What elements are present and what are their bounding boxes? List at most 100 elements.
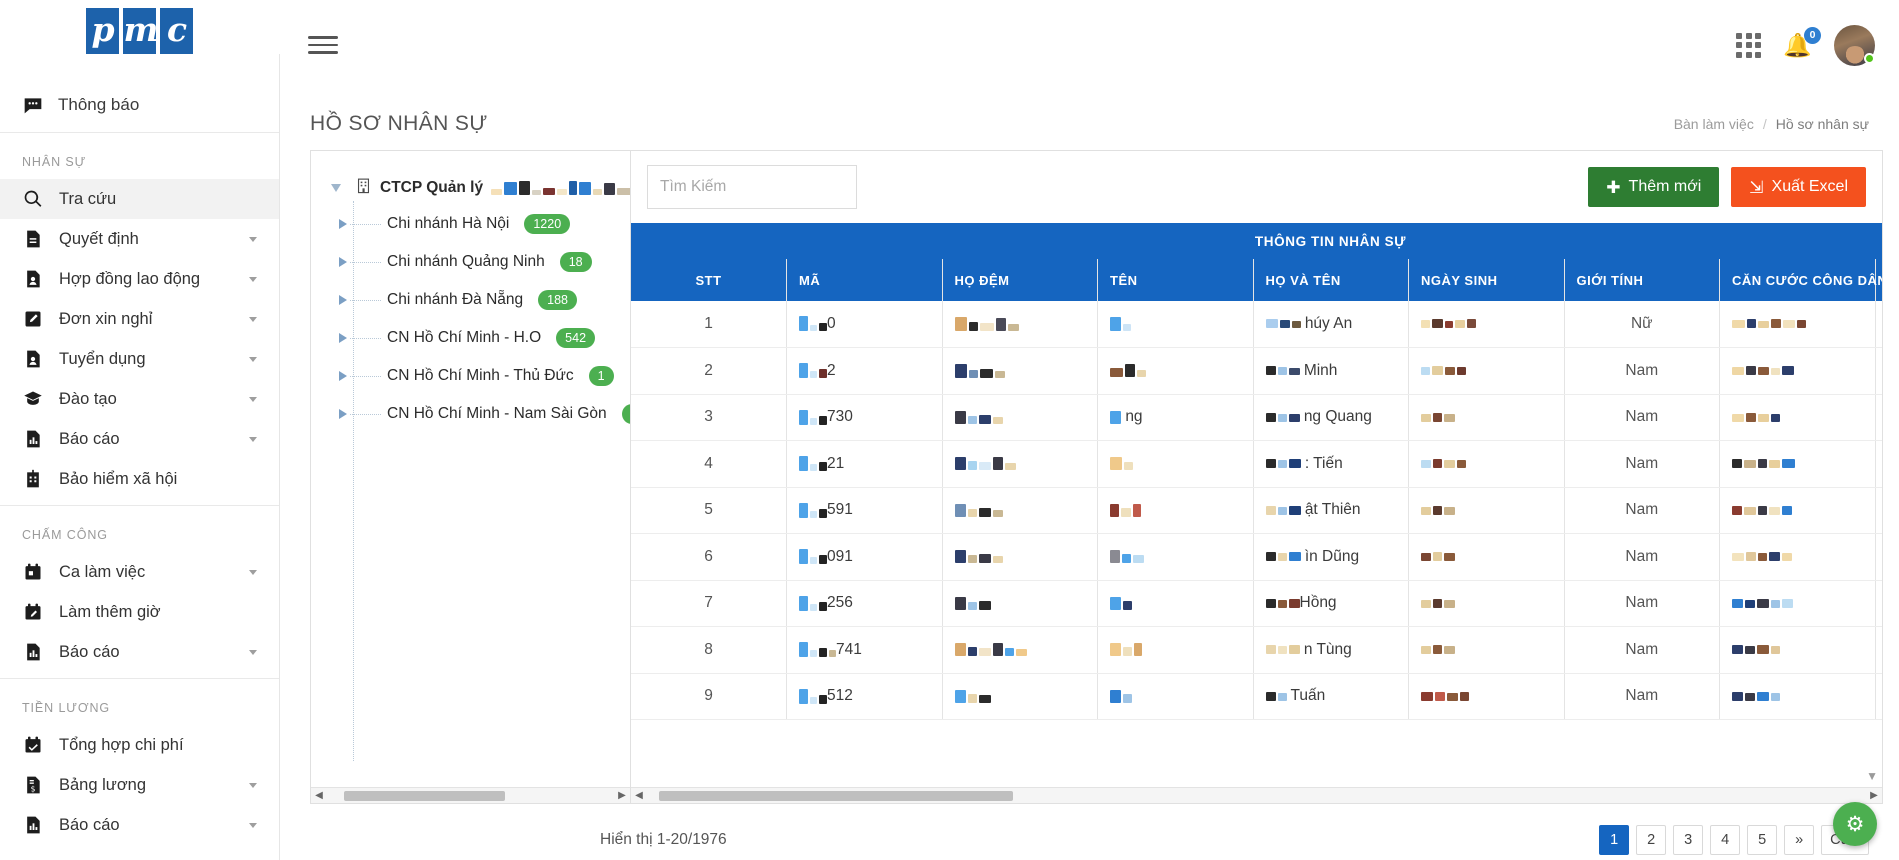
- sidebar-item-bao-cao-tienluong[interactable]: Báo cáo: [0, 805, 279, 845]
- breadcrumb-item-workspace[interactable]: Bàn làm việc: [1674, 116, 1754, 132]
- table-row[interactable]: 6 091 ìn Dũng Nam 22: [631, 534, 1882, 581]
- column-header-ngay-sinh[interactable]: NGÀY SINH: [1409, 259, 1565, 301]
- cell-ngay-sinh: [1409, 394, 1565, 441]
- tree-horizontal-scrollbar[interactable]: ◀ ▶: [311, 787, 630, 803]
- scroll-right-arrow[interactable]: ▶: [1866, 790, 1882, 801]
- column-header-stt[interactable]: STT: [631, 259, 787, 301]
- sidebar-item-hop-dong-lao-dong[interactable]: Hợp đồng lao động: [0, 259, 279, 299]
- column-header-ma[interactable]: MÃ: [787, 259, 943, 301]
- table-row[interactable]: 4 21 : Tiến Nam 21: [631, 441, 1882, 488]
- tree-node-hcm-ho[interactable]: CN Hồ Chí Minh - H.O 542: [311, 319, 630, 357]
- sidebar-item-bao-cao-nhansu[interactable]: Báo cáo: [0, 419, 279, 459]
- add-new-button[interactable]: ✚ Thêm mới: [1588, 167, 1719, 207]
- tree-expand-toggle[interactable]: [339, 333, 347, 343]
- column-header-ho-va-ten[interactable]: HỌ VÀ TÊN: [1253, 259, 1409, 301]
- search-input[interactable]: [660, 178, 860, 196]
- page-button-2[interactable]: 2: [1636, 825, 1666, 855]
- cell-ma: 591: [787, 487, 943, 534]
- sidebar-item-ca-lam-viec[interactable]: Ca làm việc: [0, 552, 279, 592]
- table-row[interactable]: 3 730 ng ng Quang Nam 21: [631, 394, 1882, 441]
- table-horizontal-scrollbar[interactable]: ◀ ▶: [631, 787, 1882, 803]
- tree-node-quang-ninh[interactable]: Chi nhánh Quảng Ninh 18: [311, 243, 630, 281]
- logo-letter-c: c: [160, 8, 193, 56]
- sidebar-item-tuyen-dung[interactable]: Tuyển dụng: [0, 339, 279, 379]
- page-button-3[interactable]: 3: [1673, 825, 1703, 855]
- sidebar-item-tong-hop-chi-phi[interactable]: Tổng hợp chi phí: [0, 725, 279, 765]
- cell-cccd: [1720, 580, 1876, 627]
- page-button-5[interactable]: 5: [1747, 825, 1777, 855]
- graduation-cap-icon: [22, 388, 44, 410]
- cell-ho-va-ten: húy An: [1253, 301, 1409, 348]
- scroll-thumb[interactable]: [344, 791, 505, 801]
- column-header-ten[interactable]: TÊN: [1098, 259, 1254, 301]
- sidebar-item-dao-tao[interactable]: Đào tạo: [0, 379, 279, 419]
- sidebar-item-tra-cuu[interactable]: Tra cứu: [0, 179, 279, 219]
- sidebar-label: Hợp đồng lao động: [59, 270, 234, 289]
- sidebar-item-bao-cao-chamcong[interactable]: Báo cáo: [0, 632, 279, 672]
- tree-node-count-badge: 1: [589, 366, 614, 386]
- notifications-button[interactable]: 🔔 0: [1783, 34, 1812, 57]
- tree-expand-toggle[interactable]: [339, 371, 347, 381]
- cell-ma: 741: [787, 627, 943, 674]
- report-chart-icon: [22, 428, 44, 450]
- tree-expand-toggle[interactable]: [339, 257, 347, 267]
- search-box[interactable]: [647, 165, 857, 209]
- pagination: 1 2 3 4 5 » Cuối: [1599, 825, 1869, 855]
- scroll-thumb[interactable]: [659, 791, 1013, 801]
- scroll-track[interactable]: [327, 790, 614, 802]
- settings-fab-button[interactable]: ⚙: [1833, 802, 1877, 846]
- tree-node-ha-noi[interactable]: Chi nhánh Hà Nội 1220: [311, 205, 630, 243]
- tree-expand-toggle[interactable]: [339, 295, 347, 305]
- table-scroll-area[interactable]: THÔNG TIN NHÂN SỰ STT MÃ HỌ ĐỆM TÊN HỌ V…: [631, 223, 1882, 787]
- tree-expand-toggle-root[interactable]: [325, 184, 347, 192]
- cell-stt: 3: [631, 394, 787, 441]
- scroll-track[interactable]: [647, 790, 1866, 802]
- cell-ngay-sinh: [1409, 673, 1565, 720]
- table-scroll-down-arrow[interactable]: ▼: [1866, 769, 1878, 783]
- tree-expand-toggle[interactable]: [339, 409, 347, 419]
- hamburger-menu-icon[interactable]: [308, 31, 338, 59]
- sidebar-item-quyet-dinh[interactable]: Quyết định: [0, 219, 279, 259]
- tree-node-hcm-nam-sai-gon[interactable]: CN Hồ Chí Minh - Nam Sài Gòn 6: [311, 395, 630, 433]
- sidebar-scroll-area[interactable]: Thông báo NHÂN SỰ Tra cứu Quyết định: [0, 90, 279, 860]
- logo-letter-p: p: [86, 8, 119, 56]
- sidebar-label: Ca làm việc: [59, 563, 234, 582]
- table-row[interactable]: 2 2 Minh Nam 19: [631, 348, 1882, 395]
- column-header-gioi-tinh[interactable]: GIỚI TÍNH: [1564, 259, 1720, 301]
- scroll-left-arrow[interactable]: ◀: [631, 790, 647, 801]
- table-row[interactable]: 7 256 Hồng Nam 18: [631, 580, 1882, 627]
- chevron-down-icon: [249, 823, 257, 828]
- tree-node-hcm-thu-duc[interactable]: CN Hồ Chí Minh - Thủ Đức 1: [311, 357, 630, 395]
- sidebar-item-bang-luong[interactable]: $ Bảng lương: [0, 765, 279, 805]
- sidebar-item-notifications[interactable]: Thông báo: [0, 90, 279, 126]
- user-avatar[interactable]: [1834, 25, 1875, 66]
- tree-node-root[interactable]: CTCP Quản lý: [311, 177, 630, 199]
- cell-ten: [1098, 301, 1254, 348]
- table-row[interactable]: 1 0 húy An Nữ 12: [631, 301, 1882, 348]
- cell-cccd: [1720, 394, 1876, 441]
- table-row[interactable]: 9 512 Tuấn Nam 25: [631, 673, 1882, 720]
- cell-ho-dem: [942, 348, 1098, 395]
- hospital-icon: [22, 468, 44, 490]
- tree-node-da-nang[interactable]: Chi nhánh Đà Nẵng 188: [311, 281, 630, 319]
- next-page-button[interactable]: »: [1784, 825, 1814, 855]
- table-row[interactable]: 5 591 ật Thiên Nam 13: [631, 487, 1882, 534]
- scroll-left-arrow[interactable]: ◀: [311, 790, 327, 801]
- table-row[interactable]: 8 741 n Tùng Nam 16: [631, 627, 1882, 674]
- sidebar-item-lam-them-gio[interactable]: Làm thêm giờ: [0, 592, 279, 632]
- sidebar-label: Tổng hợp chi phí: [59, 736, 263, 755]
- column-header-ho-dem[interactable]: HỌ ĐỆM: [942, 259, 1098, 301]
- grid-apps-icon[interactable]: [1736, 33, 1761, 58]
- cell-ngay-sinh: [1409, 301, 1565, 348]
- sidebar-item-bao-hiem-xa-hoi[interactable]: Bảo hiểm xã hội: [0, 459, 279, 499]
- cell-ngc: 16: [1875, 627, 1882, 674]
- sidebar-item-don-xin-nghi[interactable]: Đơn xin nghỉ: [0, 299, 279, 339]
- page-button-4[interactable]: 4: [1710, 825, 1740, 855]
- employee-table-panel: ✚ Thêm mới ⇲ Xuất Excel THÔNG TIN NHÂN S…: [630, 150, 1883, 804]
- export-excel-button[interactable]: ⇲ Xuất Excel: [1731, 167, 1866, 207]
- page-button-1[interactable]: 1: [1599, 825, 1629, 855]
- cell-ma: 730: [787, 394, 943, 441]
- column-header-cccd[interactable]: CĂN CƯỚC CÔNG DÂN: [1720, 259, 1876, 301]
- tree-expand-toggle[interactable]: [339, 219, 347, 229]
- scroll-right-arrow[interactable]: ▶: [614, 790, 630, 801]
